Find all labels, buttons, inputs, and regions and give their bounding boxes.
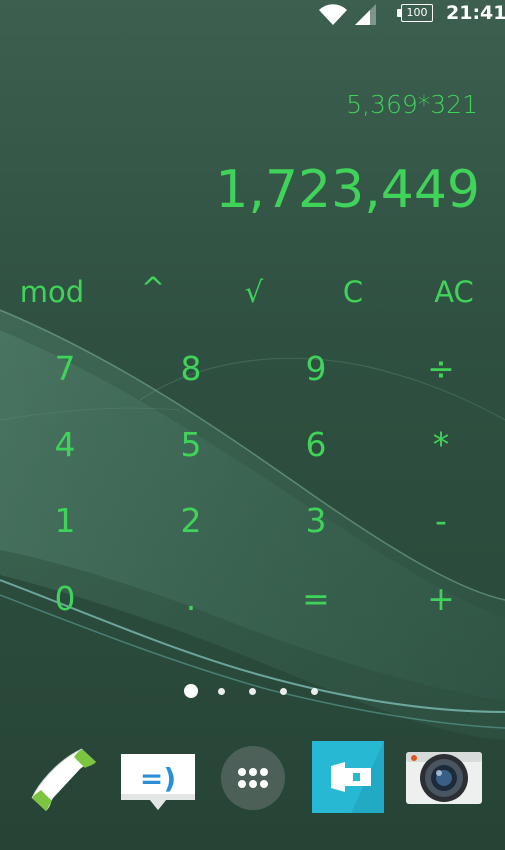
page-indicator [0, 681, 505, 701]
page-dot[interactable] [249, 688, 256, 695]
key-all-clear[interactable]: AC [404, 262, 504, 322]
key-4[interactable]: 4 [15, 415, 115, 475]
album-icon[interactable] [311, 740, 385, 814]
status-clock: 21:41 [446, 2, 505, 24]
app-drawer-icon[interactable] [219, 744, 287, 812]
signal-icon [355, 4, 376, 25]
svg-text:=): =) [140, 762, 176, 795]
key-clear[interactable]: C [303, 262, 403, 322]
home-screen: 100 21:41 5,369*321 1,723,449 mod ^ √ C … [0, 0, 505, 850]
battery-level: 100 [401, 4, 433, 22]
messaging-icon[interactable]: =) [118, 750, 198, 814]
page-dot[interactable] [218, 688, 225, 695]
key-1[interactable]: 1 [15, 491, 115, 551]
page-dot[interactable] [311, 688, 318, 695]
calculator-result: 1,723,449 [215, 160, 480, 220]
key-add[interactable]: + [391, 569, 491, 629]
key-sqrt[interactable]: √ [204, 262, 304, 322]
key-8[interactable]: 8 [141, 339, 241, 399]
phone-icon[interactable] [28, 745, 100, 813]
key-9[interactable]: 9 [266, 339, 366, 399]
key-5[interactable]: 5 [141, 415, 241, 475]
key-equals[interactable]: = [266, 569, 366, 629]
key-3[interactable]: 3 [266, 491, 366, 551]
key-6[interactable]: 6 [266, 415, 366, 475]
page-dot[interactable] [280, 688, 287, 695]
key-subtract[interactable]: - [391, 491, 491, 551]
key-0[interactable]: 0 [15, 569, 115, 629]
key-multiply[interactable]: * [391, 415, 491, 475]
calculator-expression: 5,369*321 [346, 90, 478, 119]
wifi-icon [319, 4, 347, 26]
page-dot-active[interactable] [184, 684, 198, 698]
key-7[interactable]: 7 [15, 339, 115, 399]
battery-icon: 100 [397, 4, 435, 22]
status-bar: 100 21:41 [0, 0, 505, 30]
key-decimal[interactable]: . [141, 569, 241, 629]
key-mod[interactable]: mod [2, 262, 102, 322]
key-divide[interactable]: ÷ [391, 339, 491, 399]
camera-icon[interactable] [404, 748, 484, 808]
key-power[interactable]: ^ [103, 258, 203, 318]
key-2[interactable]: 2 [141, 491, 241, 551]
